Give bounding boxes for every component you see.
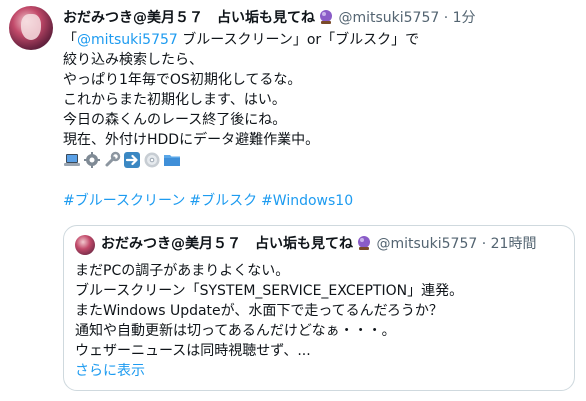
tweet-line: 絞り込み検索したら、	[63, 52, 203, 68]
quoted-line: ブルースクリーン「SYSTEM_SERVICE_EXCEPTION」連発。	[75, 283, 464, 299]
laptop-icon	[64, 154, 80, 166]
separator-dot: ·	[481, 236, 487, 252]
crystal-ball-icon	[358, 236, 370, 250]
tweet-header: おだみつき@美月５７ 占い垢も見てね @mitsuki5757 · 1分	[63, 8, 476, 28]
quoted-line: ウェザーニュースは同時視聴せず、...	[75, 343, 311, 359]
tweet-line: 現在、外付けHDDにデータ避難作業中。	[63, 132, 320, 148]
author-handle[interactable]: @mitsuki5757	[338, 10, 439, 26]
tweet-text: ブルースクリーン」or「ブルスク」で	[177, 32, 420, 48]
quoted-tweet-body: まだPCの調子があまりよくない。 ブルースクリーン「SYSTEM_SERVICE…	[75, 261, 565, 381]
quoted-author-handle: @mitsuki5757	[376, 236, 478, 252]
quoted-author-avatar[interactable]	[75, 235, 95, 255]
gear-icon	[84, 152, 100, 168]
show-more-link[interactable]: さらに表示	[75, 361, 565, 381]
emoji-row	[63, 150, 573, 170]
quoted-line: 通知や自動更新は切ってあるんだけどなぁ・・・。	[75, 323, 396, 339]
quoted-tweet-card[interactable]: おだみつき@美月５７ 占い垢も見てね @mitsuki5757 · 21時間 ま…	[63, 225, 575, 391]
hashtag-link[interactable]: #ブルースクリーン	[63, 193, 185, 209]
tweet-body: 「@mitsuki5757 ブルースクリーン」or「ブルスク」で 絞り込み検索し…	[63, 30, 573, 170]
hashtag-link[interactable]: #Windows10	[261, 193, 353, 209]
quoted-tweet-header: おだみつき@美月５７ 占い垢も見てね @mitsuki5757 · 21時間	[101, 234, 536, 254]
tweet-text: 「	[63, 32, 77, 48]
folder-icon	[164, 155, 180, 166]
separator-dot: ·	[443, 10, 449, 26]
right-arrow-icon	[124, 152, 140, 168]
quoted-tweet-time: 21時間	[490, 236, 537, 252]
tweet-time[interactable]: 1分	[453, 10, 476, 26]
tweet-line: やっぱり1年毎でOS初期化してるな。	[63, 72, 302, 88]
author-avatar[interactable]	[9, 6, 53, 50]
quoted-line: またWindows Updateが、水面下で走ってるんだろうか？	[75, 303, 443, 319]
disc-icon	[144, 152, 160, 168]
mention-link[interactable]: @mitsuki5757	[77, 32, 178, 48]
wrench-icon	[105, 151, 121, 167]
author-display-name[interactable]: おだみつき@美月５７ 占い垢も見てね	[63, 10, 315, 26]
quoted-line: まだPCの調子があまりよくない。	[75, 263, 290, 279]
tweet-line: 今日の森くんのレース終了後にね。	[63, 112, 287, 128]
hashtag-row: #ブルースクリーン #ブルスク #Windows10	[63, 191, 357, 211]
hashtag-link[interactable]: #ブルスク	[189, 193, 257, 209]
tweet-line: 「@mitsuki5757 ブルースクリーン」or「ブルスク」で	[63, 30, 573, 50]
quoted-author-display-name: おだみつき@美月５７ 占い垢も見てね	[101, 236, 353, 252]
crystal-ball-icon	[320, 10, 332, 24]
tweet-line: これからまた初期化します、はい。	[63, 92, 286, 108]
